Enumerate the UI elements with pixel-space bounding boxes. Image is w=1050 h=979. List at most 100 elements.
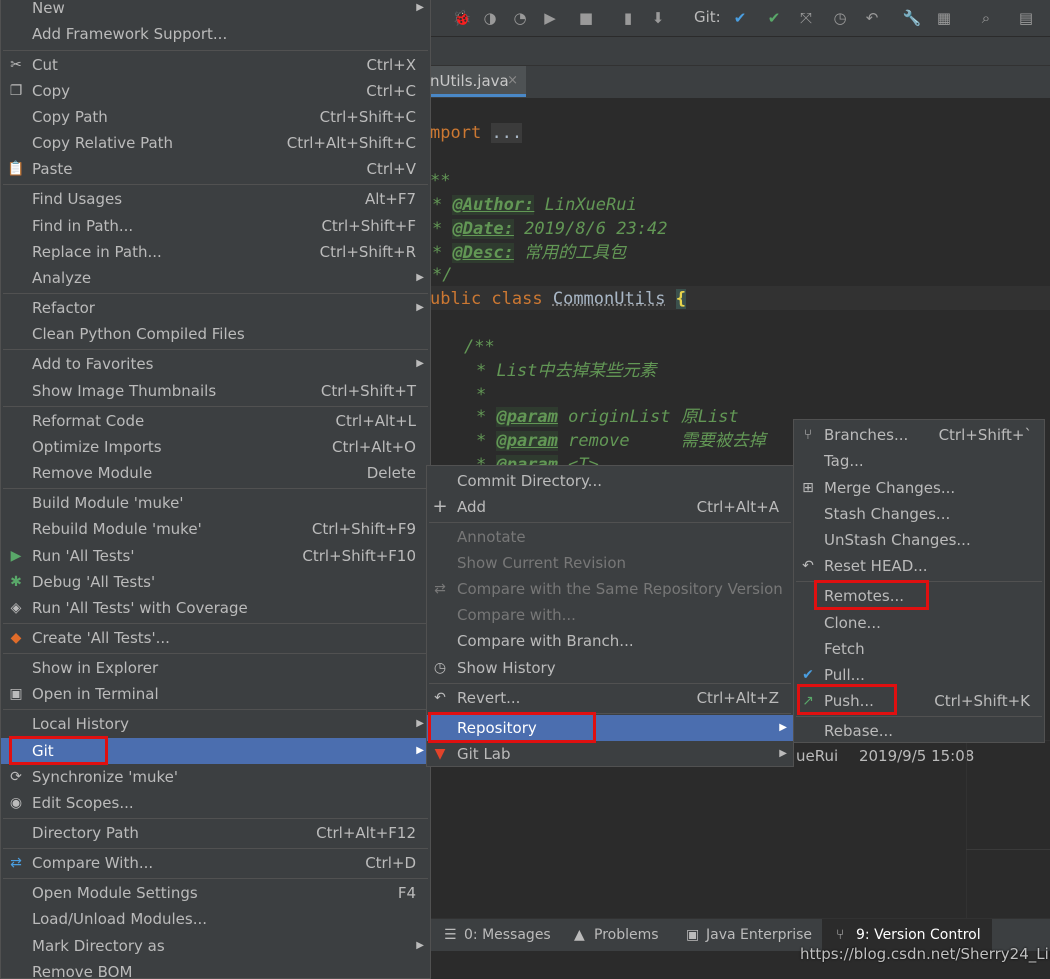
menu-separator bbox=[3, 623, 428, 624]
menu-item-cut[interactable]: ✂ Cut Ctrl+X bbox=[1, 52, 430, 78]
code-line-method-doc-star: * bbox=[476, 385, 487, 405]
coverage-icon[interactable]: ◑ bbox=[480, 8, 500, 28]
stop-icon[interactable]: ■ bbox=[576, 8, 596, 28]
menu-separator bbox=[3, 50, 428, 51]
code-line-param2: * @param remove 需要被去掉 bbox=[476, 431, 766, 451]
menu-item-mark-directory-as[interactable]: Mark Directory as ▶ bbox=[1, 933, 430, 959]
git-item-show-history[interactable]: ◷ Show History bbox=[427, 655, 793, 681]
menu-item-optimize-imports[interactable]: Optimize Imports Ctrl+Alt+O bbox=[1, 434, 430, 460]
tab-problems[interactable]: ▲ Problems bbox=[574, 919, 659, 951]
menu-item-run-all-tests[interactable]: ▶ Run 'All Tests' Ctrl+Shift+F10 bbox=[1, 543, 430, 569]
panel-divider-h bbox=[966, 849, 1050, 850]
menu-item-copy-relative-path[interactable]: Copy Relative Path Ctrl+Alt+Shift+C bbox=[1, 130, 430, 156]
git-item-commit-directory[interactable]: Commit Directory... bbox=[427, 468, 793, 494]
menu-item-git[interactable]: Git ▶ bbox=[1, 738, 430, 764]
code-line-method-doc-open: /** bbox=[464, 337, 495, 357]
code-line-class-decl: ublic class CommonUtils { bbox=[430, 289, 686, 309]
menu-item-edit-scopes[interactable]: ◉ Edit Scopes... bbox=[1, 790, 430, 816]
repo-item-stash-changes[interactable]: Stash Changes... bbox=[794, 501, 1044, 527]
menu-item-open-in-terminal[interactable]: ▣ Open in Terminal bbox=[1, 681, 430, 707]
menu-item-find-usages[interactable]: Find Usages Alt+F7 bbox=[1, 186, 430, 212]
git-item-revert[interactable]: ↶ Revert... Ctrl+Alt+Z bbox=[427, 685, 793, 711]
git-history-icon[interactable]: ◷ bbox=[830, 8, 850, 28]
git-item-repository[interactable]: Repository ▶ bbox=[427, 715, 793, 741]
repo-item-remotes[interactable]: Remotes... bbox=[794, 583, 1044, 609]
menu-separator bbox=[796, 581, 1042, 582]
repo-item-merge-changes[interactable]: ⊞ Merge Changes... bbox=[794, 475, 1044, 501]
editor-tab-commonutils[interactable]: nUtils.java × bbox=[430, 66, 526, 97]
menu-item-local-history[interactable]: Local History ▶ bbox=[1, 711, 430, 737]
repo-item-reset-head[interactable]: ↶ Reset HEAD... bbox=[794, 553, 1044, 579]
repo-item-pull[interactable]: ✔ Pull... bbox=[794, 662, 1044, 688]
menu-item-refactor[interactable]: Refactor ▶ bbox=[1, 295, 430, 321]
menu-separator bbox=[3, 709, 428, 710]
sdk-download-icon[interactable]: ⬇ bbox=[648, 8, 668, 28]
menu-item-copy[interactable]: ❐ Copy Ctrl+C bbox=[1, 78, 430, 104]
menu-item-remove-module[interactable]: Remove Module Delete bbox=[1, 460, 430, 486]
repo-item-rebase[interactable]: Rebase... bbox=[794, 718, 1044, 742]
close-tab-icon[interactable]: × bbox=[507, 66, 518, 96]
menu-item-rebuild-module[interactable]: Rebuild Module 'muke' Ctrl+Shift+F9 bbox=[1, 516, 430, 542]
tab-java-enterprise[interactable]: ▣ Java Enterprise bbox=[686, 919, 812, 951]
settings-wrench-icon[interactable]: 🔧 bbox=[902, 8, 922, 28]
debug-icon[interactable]: 🐞 bbox=[452, 8, 472, 28]
log-row[interactable]: ueRui 2019/9/5 15:08 bbox=[796, 747, 974, 765]
menu-item-build-module[interactable]: Build Module 'muke' bbox=[1, 490, 430, 516]
menu-item-find-in-path[interactable]: Find in Path... Ctrl+Shift+F bbox=[1, 213, 430, 239]
push-arrow-icon: ↗ bbox=[802, 693, 814, 709]
git-update-icon[interactable]: ✔ bbox=[730, 8, 750, 28]
compare-arrows-icon: ⇄ bbox=[434, 581, 446, 597]
git-item-git-lab[interactable]: ▼ Git Lab ▶ bbox=[427, 741, 793, 766]
watermark-url: https://blog.csdn.net/Sherry24_Lin bbox=[800, 945, 1050, 963]
repo-item-fetch[interactable]: Fetch bbox=[794, 636, 1044, 662]
code-line-method-doc-text: * List中去掉某些元素 bbox=[476, 361, 657, 381]
repo-item-clone[interactable]: Clone... bbox=[794, 610, 1044, 636]
menu-separator bbox=[429, 713, 791, 714]
menu-item-paste[interactable]: 📋 Paste Ctrl+V bbox=[1, 156, 430, 182]
menu-item-directory-path[interactable]: Directory Path Ctrl+Alt+F12 bbox=[1, 820, 430, 846]
repo-item-tag[interactable]: Tag... bbox=[794, 448, 1044, 474]
menu-item-show-in-explorer[interactable]: Show in Explorer bbox=[1, 655, 430, 681]
menu-item-reformat-code[interactable]: Reformat Code Ctrl+Alt+L bbox=[1, 408, 430, 434]
menu-item-add-framework-support[interactable]: Add Framework Support... bbox=[1, 21, 430, 47]
menu-item-remove-bom[interactable]: Remove BOM bbox=[1, 959, 430, 978]
git-rollback-icon[interactable]: ↶ bbox=[862, 8, 882, 28]
menu-separator bbox=[3, 818, 428, 819]
submenu-arrow-icon: ▶ bbox=[416, 718, 424, 729]
presentation-icon[interactable]: ▤ bbox=[1016, 8, 1036, 28]
branch-icon: ⑂ bbox=[803, 427, 813, 443]
git-item-add[interactable]: + Add Ctrl+Alt+A bbox=[427, 494, 793, 520]
tab-messages[interactable]: ☰ 0: Messages bbox=[444, 919, 551, 951]
build-artifact-icon[interactable]: ▮ bbox=[618, 8, 638, 28]
navigation-bar bbox=[430, 37, 1050, 66]
repo-item-branches[interactable]: ⑂ Branches... Ctrl+Shift+` bbox=[794, 422, 1044, 448]
menu-item-run-with-coverage[interactable]: ◈ Run 'All Tests' with Coverage bbox=[1, 595, 430, 621]
project-structure-icon[interactable]: ▦ bbox=[934, 8, 954, 28]
git-item-compare-with-branch[interactable]: Compare with Branch... bbox=[427, 628, 793, 654]
plus-icon: + bbox=[432, 496, 448, 517]
menu-item-new[interactable]: New ▶ bbox=[1, 0, 430, 21]
git-item-show-current-revision: Show Current Revision bbox=[457, 554, 627, 572]
git-compare-icon[interactable]: ⤧ bbox=[796, 8, 816, 28]
panel-divider bbox=[966, 741, 967, 919]
profile-icon[interactable]: ◔ bbox=[510, 8, 530, 28]
menu-item-add-to-favorites[interactable]: Add to Favorites ▶ bbox=[1, 351, 430, 377]
repo-item-push[interactable]: ↗ Push... Ctrl+Shift+K bbox=[794, 688, 1044, 714]
menu-item-compare-with[interactable]: ⇄ Compare With... Ctrl+D bbox=[1, 850, 430, 876]
menu-item-clean-python-compiled[interactable]: Clean Python Compiled Files bbox=[1, 321, 430, 347]
repo-item-unstash-changes[interactable]: UnStash Changes... bbox=[794, 527, 1044, 553]
fold-placeholder[interactable]: ... bbox=[491, 123, 523, 143]
menu-item-load-unload-modules[interactable]: Load/Unload Modules... bbox=[1, 906, 430, 932]
menu-item-create-all-tests[interactable]: ◆ Create 'All Tests'... bbox=[1, 625, 430, 651]
menu-item-copy-path[interactable]: Copy Path Ctrl+Shift+C bbox=[1, 104, 430, 130]
menu-item-replace-in-path[interactable]: Replace in Path... Ctrl+Shift+R bbox=[1, 239, 430, 265]
project-context-menu: New ▶ Add Framework Support... ✂ Cut Ctrl+X… bbox=[0, 0, 431, 979]
menu-item-open-module-settings[interactable]: Open Module Settings F4 bbox=[1, 880, 430, 906]
menu-item-analyze[interactable]: Analyze ▶ bbox=[1, 265, 430, 291]
menu-item-debug-all-tests[interactable]: ✱ Debug 'All Tests' bbox=[1, 569, 430, 595]
menu-item-show-image-thumbnails[interactable]: Show Image Thumbnails Ctrl+Shift+T bbox=[1, 378, 430, 404]
git-commit-icon[interactable]: ✔ bbox=[764, 8, 784, 28]
search-icon[interactable]: ⌕ bbox=[976, 8, 996, 28]
menu-item-synchronize[interactable]: ⟳ Synchronize 'muke' bbox=[1, 764, 430, 790]
run-dropdown-icon[interactable]: ▶ bbox=[540, 8, 560, 28]
